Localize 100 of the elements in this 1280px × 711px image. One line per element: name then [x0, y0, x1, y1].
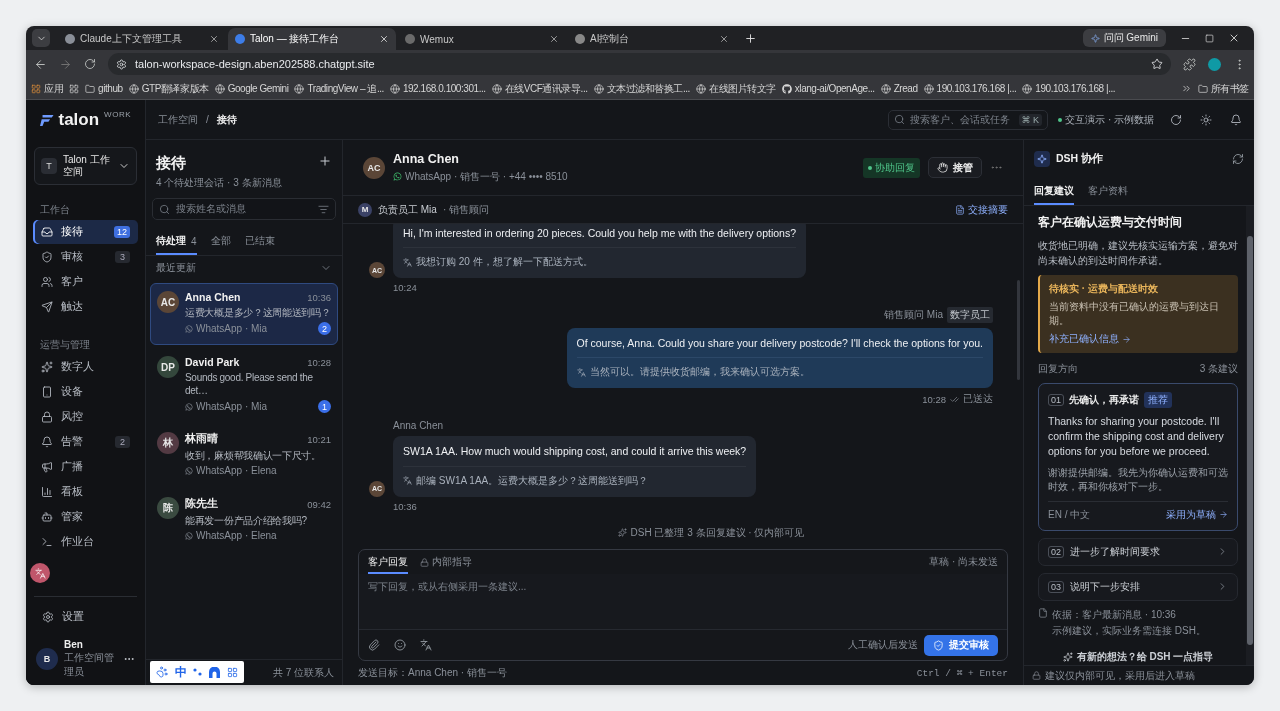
attach-icon[interactable] [368, 639, 380, 651]
conversation-item[interactable]: 林 林雨晴 10:21 收到，麻烦帮我确认一下尺寸。 WhatsApp · Elena [150, 424, 338, 486]
conversation-item[interactable]: AC Anna Chen 10:36 运费大概是多少？这周能送到吗？ WhatsApp · Mia 2 [150, 283, 338, 345]
breadcrumb-link[interactable]: 工作空间 [158, 112, 198, 127]
back-icon[interactable] [34, 57, 47, 71]
arch-icon [209, 666, 221, 678]
nav-item[interactable]: 看板 [33, 480, 138, 504]
nav-item[interactable]: 广播 [33, 455, 138, 479]
bookmark-link[interactable]: xlang-ai/OpenAge... [781, 83, 875, 94]
reload-icon[interactable] [84, 58, 96, 70]
scrollbar[interactable] [1246, 206, 1254, 665]
add-icon[interactable] [318, 154, 332, 168]
search-field[interactable]: 搜索姓名或消息 [152, 198, 336, 220]
whatsapp-icon [393, 172, 402, 181]
more-bookmarks-icon[interactable] [1180, 83, 1192, 94]
close-icon[interactable] [549, 34, 559, 44]
close-icon[interactable] [719, 34, 729, 44]
extensions-icon[interactable] [1183, 57, 1196, 71]
system-note: DSH 已整理 3 条回复建议 · 仅内部可见 [630, 525, 805, 540]
demo-label: 交互演示 · 示例数据 [1058, 112, 1154, 127]
browser-tab[interactable]: Claude上下文管理工具 [58, 28, 226, 50]
browser-tab[interactable]: AI控制台 [568, 28, 736, 50]
bookmark-link[interactable]: 190.103.176.168 |... [923, 83, 1017, 94]
bookmark-link[interactable]: 在线图片转文字 [695, 81, 776, 96]
maximize-icon[interactable] [1205, 33, 1214, 43]
filter-icon[interactable] [318, 203, 329, 215]
suggestion-card[interactable]: 02 进一步了解时间要求 [1038, 537, 1238, 566]
nav-item[interactable]: 客户 [33, 270, 138, 294]
list-tab[interactable]: 待处理 4 [156, 228, 197, 255]
nav-item[interactable]: 设备 [33, 380, 138, 404]
list-tab[interactable]: 全部 [210, 228, 231, 255]
panel-tab[interactable]: 客户资料 [1088, 178, 1128, 205]
sun-icon[interactable] [1200, 113, 1212, 126]
bookmark-link[interactable]: Google Gemini [214, 83, 289, 94]
nav-item[interactable]: 接待 12 [33, 220, 138, 244]
bookmark-link[interactable]: 在线VCF通讯录导... [491, 81, 588, 96]
conversation-item[interactable]: 陈 陈先生 09:42 能再发一份产品介绍给我吗? WhatsApp · Elena [150, 489, 338, 551]
nav-item[interactable]: 管家 [33, 505, 138, 529]
close-icon[interactable] [379, 34, 389, 44]
user-role: 工作空间管理员 [64, 651, 115, 679]
recommended-badge: 推荐 [1144, 392, 1172, 408]
bookmark-link[interactable]: Zread [880, 83, 918, 94]
nav-item[interactable]: 风控 [33, 405, 138, 429]
tab-search-button[interactable] [32, 29, 50, 47]
global-search-field[interactable]: 搜索客户、会话或任务 ⌘ K [888, 109, 1049, 130]
bookmark-link[interactable]: 所有书签 [1197, 81, 1249, 96]
notifications-icon[interactable] [1230, 113, 1242, 126]
bookmark-link[interactable]: github [85, 83, 123, 94]
handoff-link[interactable]: 交接摘要 [955, 202, 1008, 217]
ime-toolbar[interactable]: 中 [150, 661, 244, 683]
bookmark-link[interactable]: GTP翻译家版本 [128, 81, 209, 96]
guide-button[interactable]: 有新的想法？给 DSH 一点指导 [1038, 648, 1238, 665]
browser-tab[interactable]: Wemux [398, 28, 566, 50]
user-avatar: B [36, 648, 58, 670]
workspace-selector[interactable]: T Talon 工作空间 [34, 147, 137, 185]
bookmark-link[interactable]: 应用 [31, 81, 64, 96]
suggestion-count: 3 条建议 [1199, 362, 1238, 376]
scrollbar[interactable] [1017, 280, 1020, 380]
translate-button[interactable] [30, 563, 50, 583]
translate-icon[interactable] [420, 639, 432, 651]
composer-tab[interactable]: 内部指导 [420, 550, 472, 574]
bookmark-star-icon[interactable] [1151, 58, 1163, 70]
submit-button[interactable]: 提交审核 [924, 634, 998, 656]
emoji-icon[interactable] [394, 639, 406, 651]
forward-icon[interactable] [59, 57, 72, 71]
refresh-icon[interactable] [1232, 153, 1244, 165]
bookmark-link[interactable]: 192.168.0.100:301... [389, 83, 486, 94]
browser-tab[interactable]: Talon — 接待工作台 [228, 28, 396, 50]
bookmark-link[interactable]: TradingView – 追... [294, 81, 384, 96]
new-tab-icon[interactable] [744, 32, 757, 45]
bookmark-link[interactable]: 190.103.176.168 |... [1022, 83, 1116, 94]
address-field[interactable]: talon-workspace-design.aben202588.chatgpt.site [108, 53, 1171, 75]
conversation-item[interactable]: DP David Park 10:28 Sounds good. Please send the det… WhatsApp · Mia 1 [150, 348, 338, 421]
reply-composer[interactable]: 客户回复 内部指导 草稿 · 尚未发送 写下回复，或从右侧采用一条建议... 人工确认后发送 提交审核 [358, 549, 1008, 661]
profile-avatar[interactable] [1208, 57, 1221, 71]
alert-link[interactable]: 补充已确认信息 [1049, 332, 1229, 346]
use-draft-link[interactable]: 采用为草稿 [1166, 507, 1228, 522]
close-icon[interactable] [1228, 32, 1240, 44]
panel-tab[interactable]: 回复建议 [1034, 178, 1074, 205]
logo-icon [40, 113, 54, 127]
settings-item[interactable]: 设置 [34, 605, 137, 629]
nav-item[interactable]: 触达 [33, 295, 138, 319]
suggestion-card[interactable]: 03 说明下一步安排 [1038, 572, 1238, 601]
suggestion-number: 01 [1048, 394, 1064, 406]
hand-icon [937, 162, 948, 173]
tab-groups-icon[interactable] [69, 83, 80, 94]
list-tab[interactable]: 已结束 [244, 228, 275, 255]
close-icon[interactable] [209, 34, 219, 44]
gemini-button[interactable]: 问问 Gemini [1082, 29, 1166, 47]
nav-item[interactable]: 作业台 [33, 530, 138, 554]
bookmark-link[interactable]: 文本过滤和替换工... [593, 81, 690, 96]
nav-item[interactable]: 告警 2 [33, 430, 138, 454]
nav-item[interactable]: 审核 3 [33, 245, 138, 269]
suggestion-card[interactable]: 01 先确认，再承诺 推荐 Thanks for sharing your postcode. I'll confirm the shipping cost and delivery options for you before we proceed. 谢谢提供邮编。我先为你确认运费和可选时效，再和你核对下一步。 EN / 中文 采用为草稿 [1038, 383, 1238, 531]
send-hint: 人工确认后发送 [848, 638, 918, 652]
composer-tab[interactable]: 客户回复 [368, 550, 408, 574]
message-time: 10:36 [393, 500, 417, 512]
sync-icon[interactable] [1170, 113, 1182, 126]
nav-item[interactable]: 数字人 [33, 355, 138, 379]
takeover-button[interactable]: 接管 [928, 157, 982, 178]
